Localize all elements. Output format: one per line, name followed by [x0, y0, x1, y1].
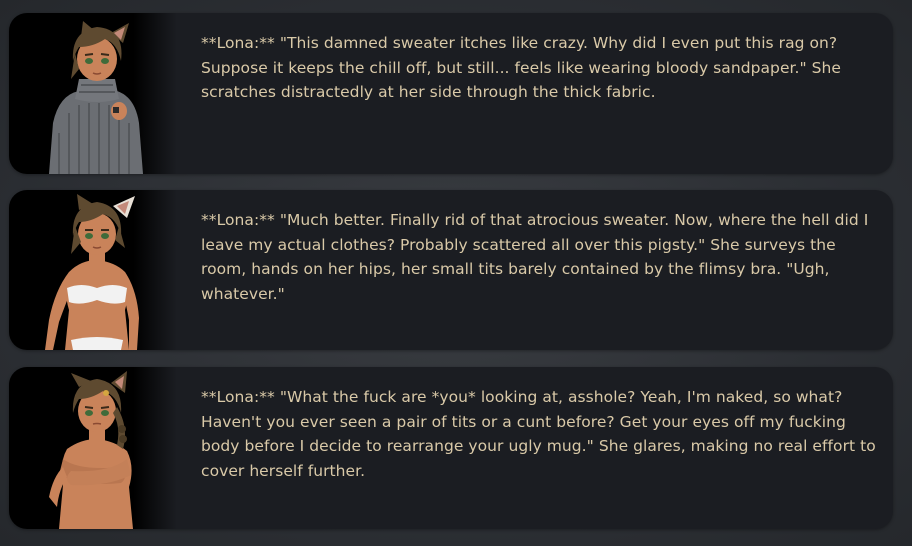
message-text: **Lona:** "What the fuck are *you* looki…	[201, 388, 876, 481]
message-text: **Lona:** "Much better. Finally rid of t…	[201, 211, 869, 304]
catgirl-arms-crossed-portrait-icon	[49, 371, 133, 529]
character-avatar	[9, 190, 177, 350]
chat-message[interactable]: **Lona:** "Much better. Finally rid of t…	[9, 190, 893, 350]
catgirl-underwear-portrait-icon	[45, 194, 139, 350]
character-avatar	[9, 367, 177, 529]
chat-message[interactable]: **Lona:** "What the fuck are *you* looki…	[9, 367, 893, 529]
message-text: **Lona:** "This damned sweater itches li…	[201, 34, 842, 102]
chat-log: **Lona:** "This damned sweater itches li…	[0, 0, 912, 546]
catgirl-sweater-portrait-icon	[49, 21, 143, 174]
chat-message[interactable]: **Lona:** "This damned sweater itches li…	[9, 13, 893, 174]
character-avatar	[9, 13, 177, 174]
